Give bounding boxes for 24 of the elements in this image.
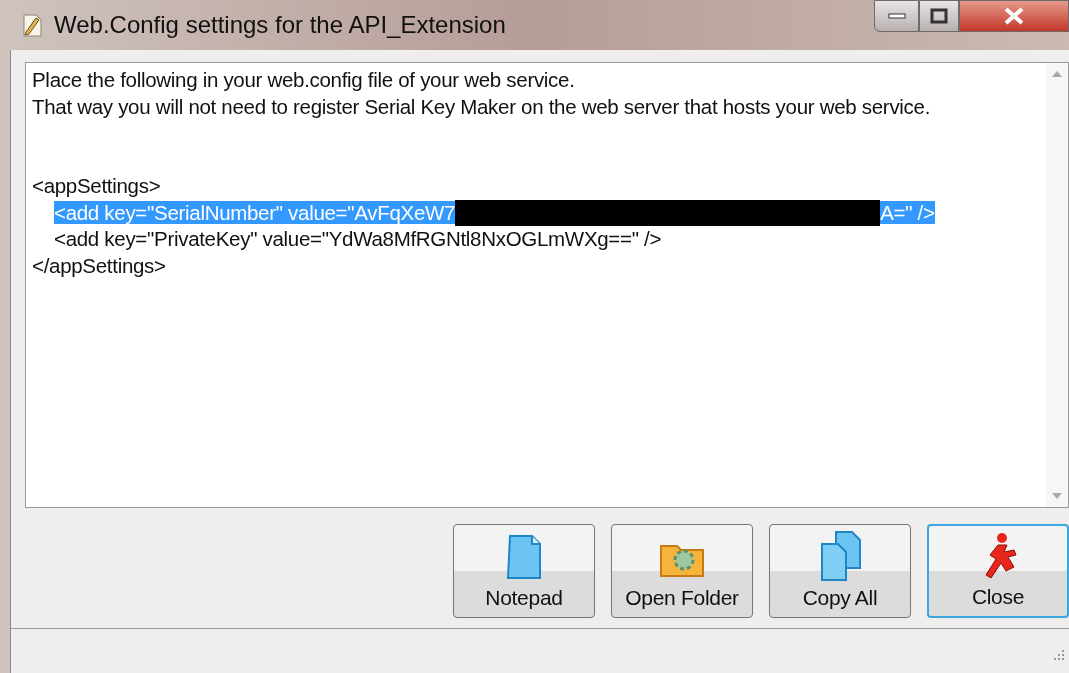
- code-line: <add key="PrivateKey" value="YdWa8MfRGNtl8NxOGLmWXg==" />: [54, 227, 662, 250]
- scroll-up-icon[interactable]: [1052, 71, 1062, 77]
- minimize-icon: [887, 12, 906, 20]
- maximize-button[interactable]: [919, 0, 959, 32]
- scroll-down-icon[interactable]: [1052, 493, 1062, 499]
- document-pencil-icon: [20, 12, 44, 38]
- toolbar-button[interactable]: Notepad: [453, 524, 595, 618]
- toolbar-button[interactable]: Copy All: [769, 524, 911, 618]
- scrollbar[interactable]: [1046, 63, 1068, 507]
- close-window-button[interactable]: [959, 0, 1069, 32]
- resize-grip-icon[interactable]: [1051, 648, 1065, 662]
- text-area[interactable]: [25, 62, 1069, 508]
- code-line: <appSettings>: [32, 174, 161, 197]
- minimize-button[interactable]: [874, 0, 919, 32]
- close-icon: [1003, 7, 1025, 25]
- toolbar-button[interactable]: Open Folder: [611, 524, 753, 618]
- window-title: Web.Config settings for the API_Extension: [54, 10, 506, 40]
- maximize-icon: [930, 8, 948, 24]
- code-line: Place the following in your web.config file of your web service.: [32, 68, 575, 91]
- code-line-end: A=" />: [880, 200, 935, 224]
- toolbar-button[interactable]: Close: [927, 524, 1069, 618]
- code-line: That way you will not need to register Serial Key Maker on the web server that hosts your web service.: [32, 94, 931, 118]
- code-line: </appSettings>: [32, 253, 166, 277]
- code-line-start: <add key="SerialNumber" value="AvFqXeW7: [54, 200, 456, 224]
